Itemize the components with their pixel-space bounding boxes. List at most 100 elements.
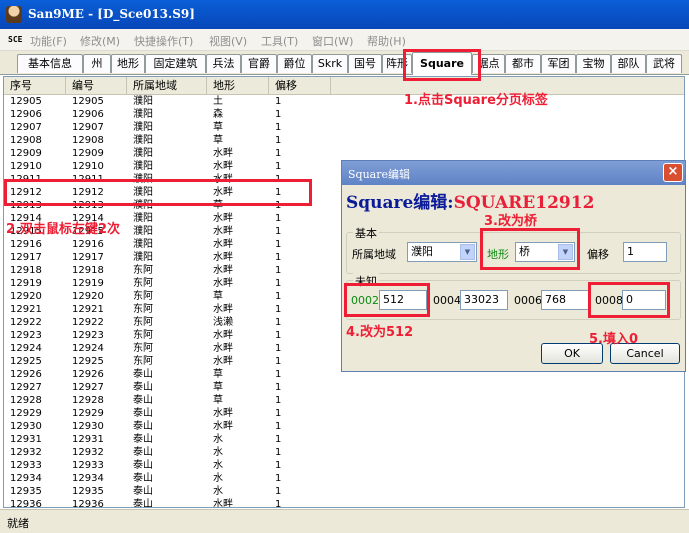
dialog-heading-label: Square编辑: (346, 193, 454, 213)
menu-tools[interactable]: 工具(T) (261, 33, 298, 49)
offset-field[interactable]: 1 (623, 242, 667, 262)
table-row[interactable]: 12931 12931 泰山 水 1 (4, 433, 684, 446)
table-cell: 水 (213, 447, 223, 458)
table-row[interactable]: 12908 12908 濮阳 草 1 (4, 134, 684, 147)
table-cell: 12910 (10, 161, 42, 172)
table-cell: 1 (275, 135, 282, 146)
table-cell: 草 (213, 369, 223, 380)
menu-shortcut[interactable]: 快捷操作(T) (134, 33, 193, 49)
tab-treasure[interactable]: 宝物 (576, 54, 611, 73)
field-0004-input[interactable]: 33023 (460, 290, 508, 310)
table-cell: 1 (275, 356, 282, 367)
table-row[interactable]: 12927 12927 泰山 草 1 (4, 381, 684, 394)
table-row[interactable]: 12934 12934 泰山 水 1 (4, 472, 684, 485)
table-cell: 12926 (10, 369, 42, 380)
region-select[interactable]: 濮阳 ▼ (407, 242, 477, 262)
table-cell: 1 (275, 473, 282, 484)
tab-peerage[interactable]: 爵位 (277, 54, 312, 73)
table-cell: 濮阳 (133, 226, 153, 237)
chevron-down-icon[interactable]: ▼ (460, 244, 475, 260)
table-cell: 12920 (10, 291, 42, 302)
table-cell: 泰山 (133, 499, 153, 508)
menu-help[interactable]: 帮助(H) (367, 33, 406, 49)
annotation-step5: 5.填入0 (589, 332, 639, 347)
table-cell: 东阿 (133, 317, 153, 328)
table-cell: 水畔 (213, 278, 233, 289)
tab-basic-info[interactable]: 基本信息 (17, 54, 83, 73)
annotation-box-terrain (480, 228, 580, 270)
tab-state[interactable]: 州 (83, 54, 111, 73)
tab-skrk[interactable]: Skrk (312, 54, 348, 73)
menu-function[interactable]: 功能(F) (30, 33, 67, 49)
annotation-step1: 1.点击Square分页标签 (404, 93, 548, 108)
table-cell: 12906 (10, 109, 42, 120)
table-row[interactable]: 12933 12933 泰山 水 1 (4, 459, 684, 472)
table-row[interactable]: 12935 12935 泰山 水 1 (4, 485, 684, 498)
tab-general[interactable]: 武将 (646, 54, 682, 73)
table-row[interactable]: 12932 12932 泰山 水 1 (4, 446, 684, 459)
table-cell: 12910 (72, 161, 104, 172)
header-region[interactable]: 所属地域 (127, 77, 207, 94)
table-row[interactable]: 12905 12905 濮阳 土 1 (4, 95, 684, 108)
menu-modify[interactable]: 修改(M) (80, 33, 120, 49)
table-cell: 12905 (10, 96, 42, 107)
table-cell: 12929 (72, 408, 104, 419)
table-cell: 12927 (10, 382, 42, 393)
tab-unit[interactable]: 部队 (611, 54, 646, 73)
tab-tactics[interactable]: 兵法 (206, 54, 241, 73)
table-cell: 1 (275, 447, 282, 458)
table-row[interactable]: 12907 12907 濮阳 草 1 (4, 121, 684, 134)
header-terrain[interactable]: 地形 (207, 77, 269, 94)
header-id[interactable]: 编号 (66, 77, 127, 94)
table-cell: 1 (275, 278, 282, 289)
dialog-close-icon[interactable]: × (663, 163, 683, 182)
table-row[interactable]: 12929 12929 泰山 水畔 1 (4, 407, 684, 420)
table-cell: 12921 (10, 304, 42, 315)
table-cell: 1 (275, 265, 282, 276)
region-value: 濮阳 (411, 245, 433, 258)
window-title: San9ME - [D_Sce013.S9] (28, 7, 195, 21)
table-cell: 1 (275, 317, 282, 328)
tab-bar: 基本信息 州 地形 固定建筑 兵法 官爵 爵位 Skrk 国号 阵形 Squar… (0, 51, 689, 75)
menu-view[interactable]: 视图(V) (209, 33, 247, 49)
field-0006-input[interactable]: 768 (541, 290, 589, 310)
table-cell: 1 (275, 343, 282, 354)
table-cell: 1 (275, 252, 282, 263)
table-cell: 12933 (72, 460, 104, 471)
menu-window[interactable]: 窗口(W) (312, 33, 353, 49)
tab-official-rank[interactable]: 官爵 (241, 54, 277, 73)
table-cell: 12924 (10, 343, 42, 354)
tab-country-name[interactable]: 国号 (348, 54, 382, 73)
tab-city[interactable]: 都市 (505, 54, 541, 73)
tab-terrain[interactable]: 地形 (111, 54, 145, 73)
sce-icon: SCE (8, 35, 23, 44)
table-cell: 水 (213, 486, 223, 497)
table-row[interactable]: 12906 12906 濮阳 森 1 (4, 108, 684, 121)
table-cell: 12905 (72, 96, 104, 107)
table-cell: 1 (275, 460, 282, 471)
table-row[interactable]: 12928 12928 泰山 草 1 (4, 394, 684, 407)
annotation-step2: 2.双击鼠标左键2次 (6, 222, 121, 237)
table-cell: 12932 (72, 447, 104, 458)
table-cell: 12923 (10, 330, 42, 341)
header-offset[interactable]: 偏移 (269, 77, 331, 94)
table-cell: 12931 (10, 434, 42, 445)
table-cell: 濮阳 (133, 109, 153, 120)
table-cell: 12907 (72, 122, 104, 133)
table-cell: 1 (275, 434, 282, 445)
table-cell: 12926 (72, 369, 104, 380)
tab-corps[interactable]: 军团 (541, 54, 576, 73)
status-text: 就绪 (7, 517, 29, 530)
table-row[interactable]: 12930 12930 泰山 水畔 1 (4, 420, 684, 433)
region-label: 所属地域 (352, 248, 396, 261)
table-cell: 12924 (72, 343, 104, 354)
table-row[interactable]: 12936 12936 泰山 水畔 1 (4, 498, 684, 508)
table-row[interactable]: 12909 12909 濮阳 水畔 1 (4, 147, 684, 160)
table-cell: 1 (275, 122, 282, 133)
table-cell: 东阿 (133, 304, 153, 315)
tab-fixed-building[interactable]: 固定建筑 (145, 54, 206, 73)
table-cell: 泰山 (133, 369, 153, 380)
table-cell: 12931 (72, 434, 104, 445)
table-cell: 泰山 (133, 447, 153, 458)
header-index[interactable]: 序号 (4, 77, 66, 94)
